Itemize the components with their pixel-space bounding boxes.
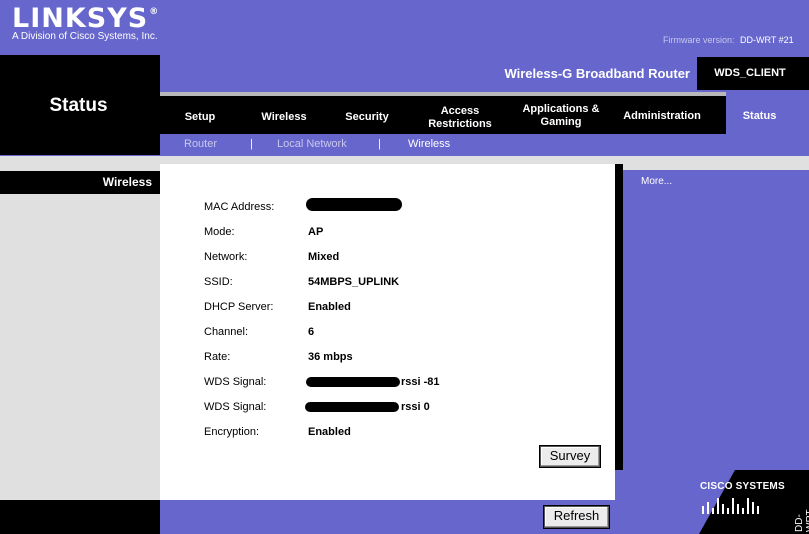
wds-signal-redaction (306, 377, 400, 387)
cisco-bridge-icon (702, 498, 759, 514)
logo-tagline: A Division of Cisco Systems, Inc. (12, 31, 158, 42)
subnav-separator: | (378, 138, 381, 150)
wds-signal-label: WDS Signal: (204, 376, 267, 388)
refresh-button[interactable]: Refresh (543, 505, 610, 529)
left-footer-block (0, 500, 160, 534)
dhcp-server-value: Enabled (308, 301, 351, 313)
survey-button[interactable]: Survey (539, 445, 601, 468)
subnav-router[interactable]: Router (184, 138, 217, 150)
mac-address-redaction (306, 198, 402, 211)
rate-value: 36 mbps (308, 351, 353, 363)
dhcp-server-label: DHCP Server: (204, 301, 274, 313)
channel-label: Channel: (204, 326, 249, 338)
help-more-link[interactable]: More... (641, 176, 672, 187)
wds-signal-value: rssi -81 (401, 376, 440, 388)
network-label: Network: (204, 251, 248, 263)
mode-value: AP (308, 226, 324, 238)
tab-wireless[interactable]: Wireless (250, 111, 318, 124)
subnav-wireless[interactable]: Wireless (408, 138, 450, 150)
wds-signal-value: rssi 0 (401, 401, 430, 413)
sub-navigation-bar (160, 134, 809, 156)
tab-setup[interactable]: Setup (172, 111, 228, 124)
mode-label: Mode: (204, 226, 235, 238)
page-title: Status (49, 95, 108, 116)
firmware-version-label: Firmware version: (663, 35, 735, 45)
tab-access-restrictions[interactable]: Access Restrictions (417, 105, 503, 131)
product-name: Wireless-G Broadband Router (504, 66, 690, 81)
help-panel (615, 170, 809, 500)
ddwrt-vertical-label: DD-WRT (794, 509, 809, 532)
section-label: Wireless (102, 175, 152, 189)
tab-applications-gaming[interactable]: Applications & Gaming (520, 103, 602, 129)
rate-label: Rate: (204, 351, 231, 363)
mac-address-label: MAC Address: (204, 201, 275, 213)
ssid-value: 54MBPS_UPLINK (308, 276, 400, 288)
tab-administration[interactable]: Administration (614, 110, 710, 123)
help-panel-divider (615, 164, 623, 500)
tab-status[interactable]: Status (726, 110, 793, 123)
cisco-systems-logo: CISCO SYSTEMS (700, 481, 785, 492)
left-panel (0, 164, 160, 500)
device-name: WDS_CLIENT (714, 67, 786, 79)
firmware-version-value: DD-WRT #21 (740, 35, 794, 45)
encryption-label: Encryption: (204, 426, 260, 438)
channel-value: 6 (308, 326, 315, 338)
subnav-local-network[interactable]: Local Network (277, 138, 347, 150)
ssid-label: SSID: (204, 276, 233, 288)
wds-signal-redaction (305, 402, 399, 412)
tab-security[interactable]: Security (334, 111, 400, 124)
subnav-separator: | (250, 138, 253, 150)
divider-band (0, 156, 809, 164)
network-value: Mixed (308, 251, 340, 263)
linksys-logo: LINKSYS® (12, 3, 160, 34)
wds-signal-label: WDS Signal: (204, 401, 267, 413)
encryption-value: Enabled (308, 426, 351, 438)
